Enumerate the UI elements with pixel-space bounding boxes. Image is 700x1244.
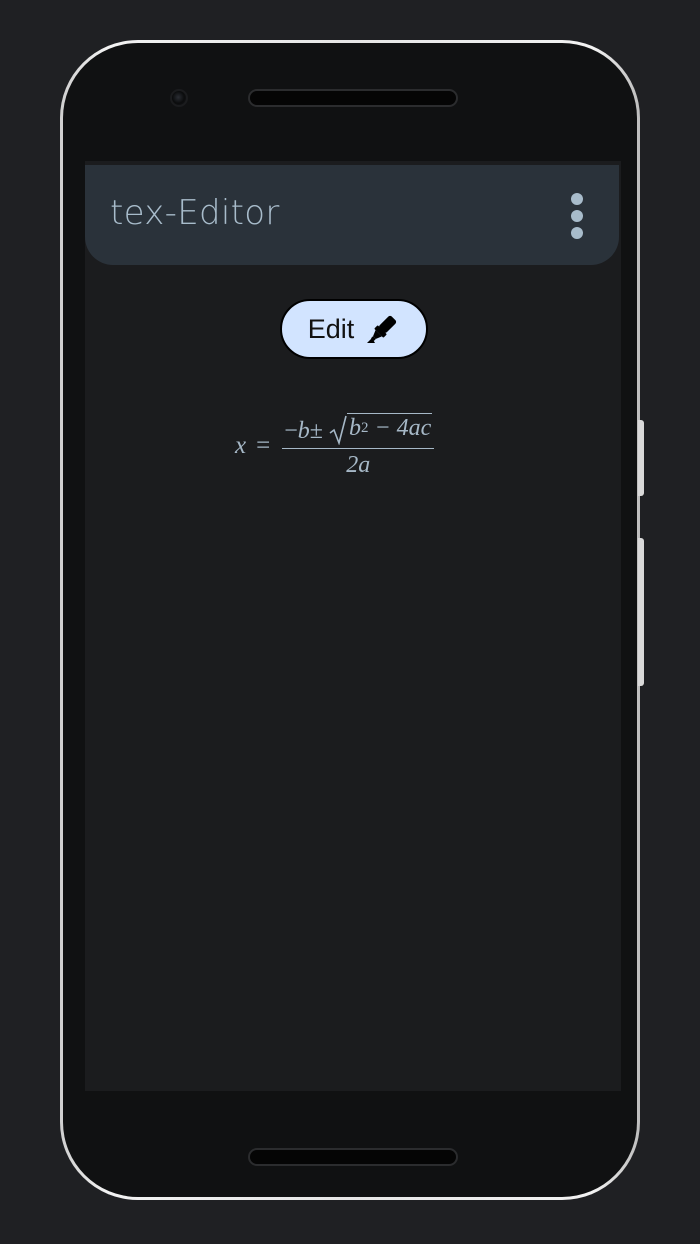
edit-button[interactable]: Edit <box>280 299 428 359</box>
formula-fraction: − b ± b2 − 4ac 2a <box>282 412 435 480</box>
bottom-speaker <box>248 1148 458 1166</box>
more-vertical-icon <box>571 227 583 239</box>
square-root-sign <box>329 415 347 445</box>
app-title: tex-Editor <box>110 193 280 233</box>
square-root: b2 − 4ac <box>329 412 433 445</box>
rendered-formula: x = − b ± b2 − 4ac 2a <box>235 411 435 481</box>
app-screen: tex-Editor Edit x = − b ± b2 − 4ac 2a <box>85 161 621 1091</box>
power-button <box>638 538 644 686</box>
marker-icon <box>367 315 397 343</box>
formula-equals: = <box>256 432 271 459</box>
front-camera <box>170 89 188 107</box>
radicand-rest: − 4ac <box>368 414 432 441</box>
radicand: b2 − 4ac <box>346 412 433 445</box>
numerator-minus: − <box>284 417 298 444</box>
overflow-menu-button[interactable] <box>565 193 589 239</box>
radicand-base: b <box>348 414 361 441</box>
formula-numerator: − b ± b2 − 4ac <box>282 412 434 448</box>
volume-button <box>638 420 644 496</box>
formula-denominator: 2a <box>346 452 371 479</box>
more-vertical-icon <box>571 193 583 205</box>
phone-body: tex-Editor Edit x = − b ± b2 − 4ac 2a <box>63 43 637 1197</box>
radicand-exponent: 2 <box>360 419 369 436</box>
app-bar: tex-Editor <box>85 165 619 265</box>
edit-button-label: Edit <box>307 313 355 344</box>
more-vertical-icon <box>571 210 583 222</box>
numerator-b: b <box>297 417 310 444</box>
top-speaker <box>248 89 458 107</box>
formula-lhs: x <box>235 432 247 459</box>
plus-minus-sign: ± <box>309 417 323 444</box>
phone-frame: tex-Editor Edit x = − b ± b2 − 4ac 2a <box>60 40 640 1200</box>
